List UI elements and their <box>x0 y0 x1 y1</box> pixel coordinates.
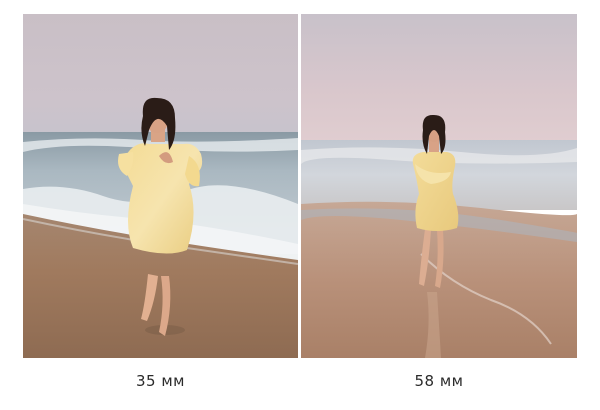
caption-58mm: 58 мм <box>414 372 464 390</box>
beach-portrait-35mm-image <box>23 14 298 358</box>
photo-58mm <box>301 14 577 358</box>
caption-35mm: 35 мм <box>136 372 185 390</box>
beach-portrait-58mm-image <box>301 14 577 358</box>
photo-35mm <box>23 14 298 358</box>
